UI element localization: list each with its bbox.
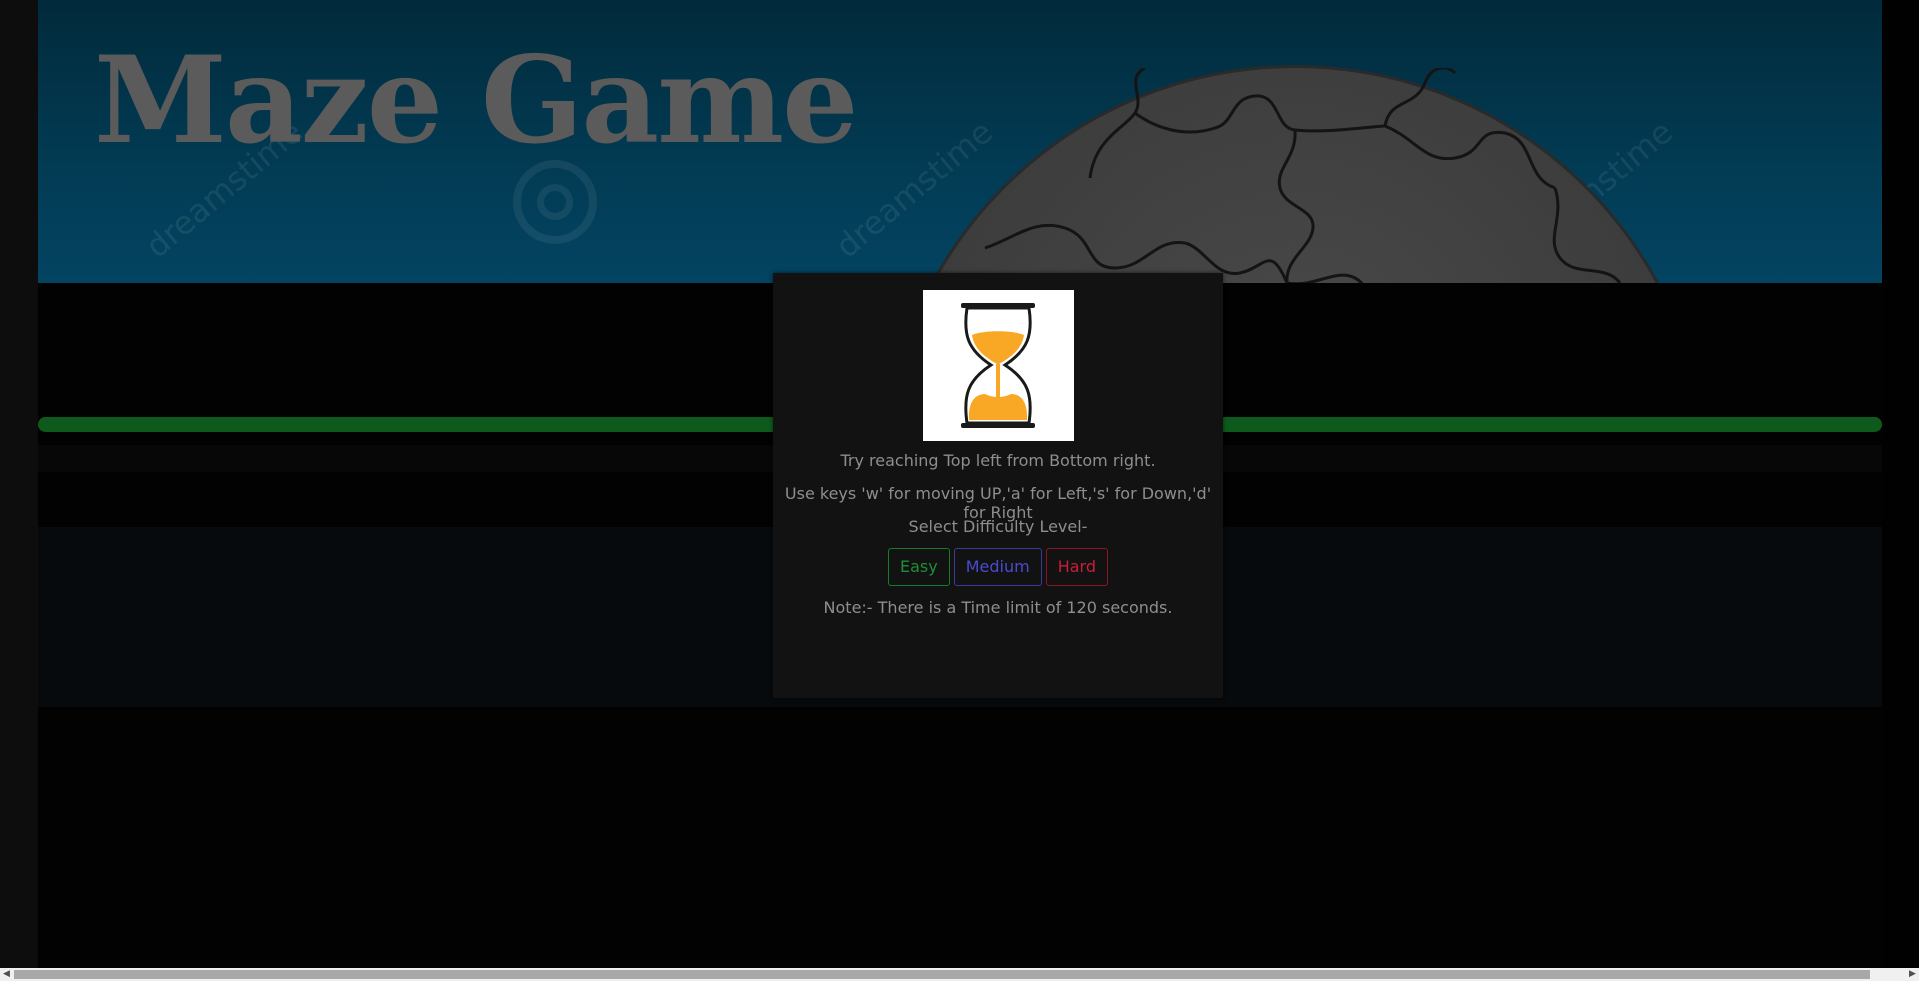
header-banner: dreamstime dreamstime dreamstime Maze Ga… <box>38 0 1882 283</box>
right-gutter <box>1882 0 1919 968</box>
difficulty-button-group: Easy Medium Hard <box>773 548 1223 586</box>
hourglass-icon <box>961 303 1035 428</box>
hard-button[interactable]: Hard <box>1045 548 1108 586</box>
scrollbar-thumb[interactable] <box>14 970 1870 979</box>
instruction-text: Try reaching Top left from Bottom right. <box>840 451 1156 470</box>
page: dreamstime dreamstime dreamstime Maze Ga… <box>0 0 1919 981</box>
instructions-modal: Try reaching Top left from Bottom right.… <box>773 273 1223 698</box>
time-limit-note: Note:- There is a Time limit of 120 seco… <box>823 598 1173 617</box>
scroll-right-icon[interactable]: ▶ <box>1906 968 1919 981</box>
page-title: Maze Game <box>94 30 858 171</box>
difficulty-prompt: Select Difficulty Level- <box>908 517 1088 536</box>
left-gutter <box>0 0 38 968</box>
medium-button[interactable]: Medium <box>953 548 1042 586</box>
watermark-spiral-icon <box>513 160 597 244</box>
easy-button[interactable]: Easy <box>888 548 950 586</box>
horizontal-scrollbar[interactable]: ◀ ▶ <box>0 968 1919 981</box>
hourglass-image <box>923 290 1074 441</box>
puzzle-image <box>885 68 1705 283</box>
scroll-left-icon[interactable]: ◀ <box>0 968 13 981</box>
